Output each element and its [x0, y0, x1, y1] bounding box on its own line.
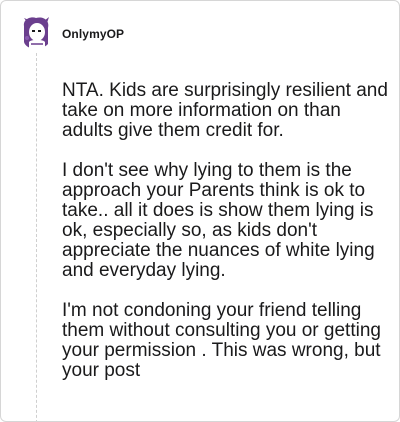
comment-body: NTA. Kids are surprisingly resilient and…	[62, 81, 392, 401]
thread-line[interactable]	[36, 53, 37, 421]
comment-paragraph: I'm not condoning your friend telling th…	[62, 300, 381, 381]
comment-card: OnlymyOP NTA. Kids are surprisingly resi…	[0, 0, 400, 422]
comment-paragraph: I don't see why lying to them is the app…	[62, 160, 375, 281]
user-avatar-icon[interactable]	[19, 16, 53, 50]
comment-paragraph: NTA. Kids are surprisingly resilient and…	[62, 80, 388, 141]
comment-author[interactable]: OnlymyOP	[62, 27, 124, 41]
